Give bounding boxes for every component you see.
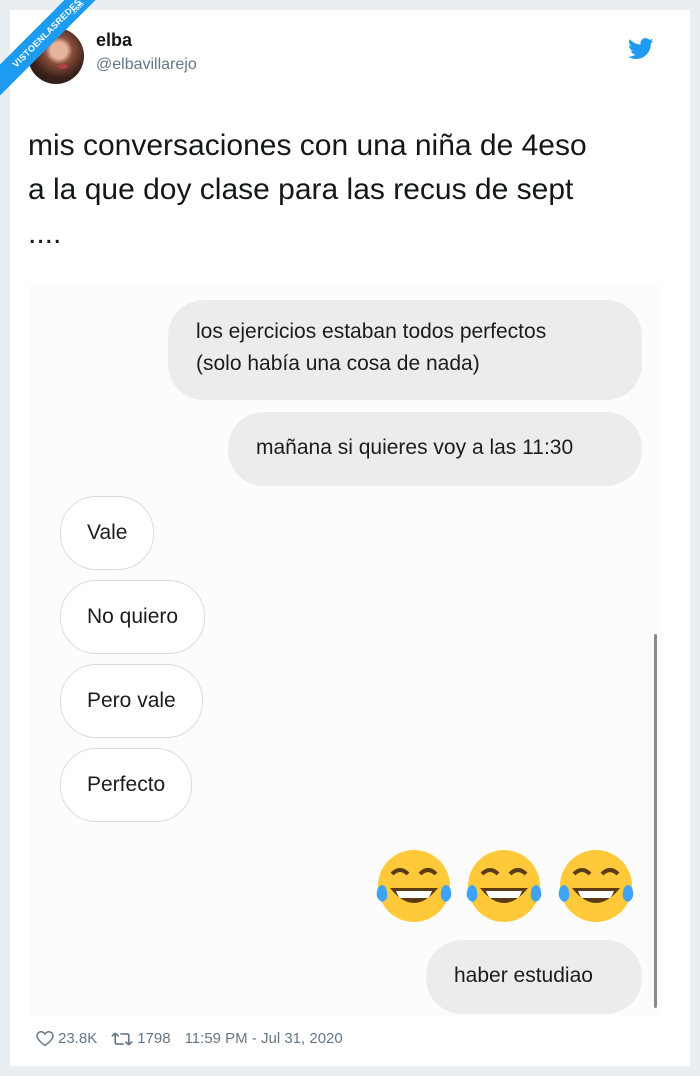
tweet-line-2: a la que doy clase para las recus de sep…: [28, 173, 574, 206]
twitter-bird-icon[interactable]: [628, 38, 654, 60]
tweet-line-3: ....: [28, 217, 62, 250]
outgoing-message-1-line1: los ejercicios estaban todos perfectos: [196, 320, 547, 343]
outgoing-message-1: los ejercicios estaban todos perfectos (…: [168, 300, 642, 400]
incoming-message: Perfecto: [60, 748, 193, 822]
author-handle[interactable]: @elbavillarejo: [96, 56, 197, 74]
scrollbar[interactable]: [654, 634, 657, 1008]
incoming-message: Pero vale: [60, 664, 203, 738]
tweet-timestamp[interactable]: 11:59 PM - Jul 31, 2020: [185, 1030, 343, 1047]
author-name[interactable]: elba: [96, 30, 132, 51]
tweet-line-1: mis conversaciones con una niña de 4eso: [28, 129, 587, 162]
like-count: 23.8K: [58, 1030, 98, 1047]
retweet-count: 1798: [137, 1030, 171, 1047]
tears-of-joy-emoji-icon: [376, 850, 452, 922]
tears-of-joy-emoji-icon: [466, 850, 542, 922]
tears-of-joy-emoji-icon: [558, 850, 634, 922]
tweet-text: mis conversaciones con una niña de 4eso …: [28, 124, 668, 256]
outgoing-message-2: mañana si quieres voy a las 11:30: [228, 412, 642, 486]
outgoing-message-3: haber estudiao: [426, 940, 642, 1014]
tweet-footer: 23.8K 1798 11:59 PM - Jul 31, 2020: [36, 1030, 347, 1047]
chat-screenshot: los ejercicios estaban todos perfectos (…: [30, 282, 662, 1016]
incoming-message: No quiero: [60, 580, 206, 654]
heart-icon[interactable]: [36, 1030, 54, 1047]
incoming-message: Vale: [60, 496, 155, 570]
retweet-icon[interactable]: [111, 1031, 133, 1047]
outgoing-message-1-line2: (solo había una cosa de nada): [196, 352, 480, 375]
